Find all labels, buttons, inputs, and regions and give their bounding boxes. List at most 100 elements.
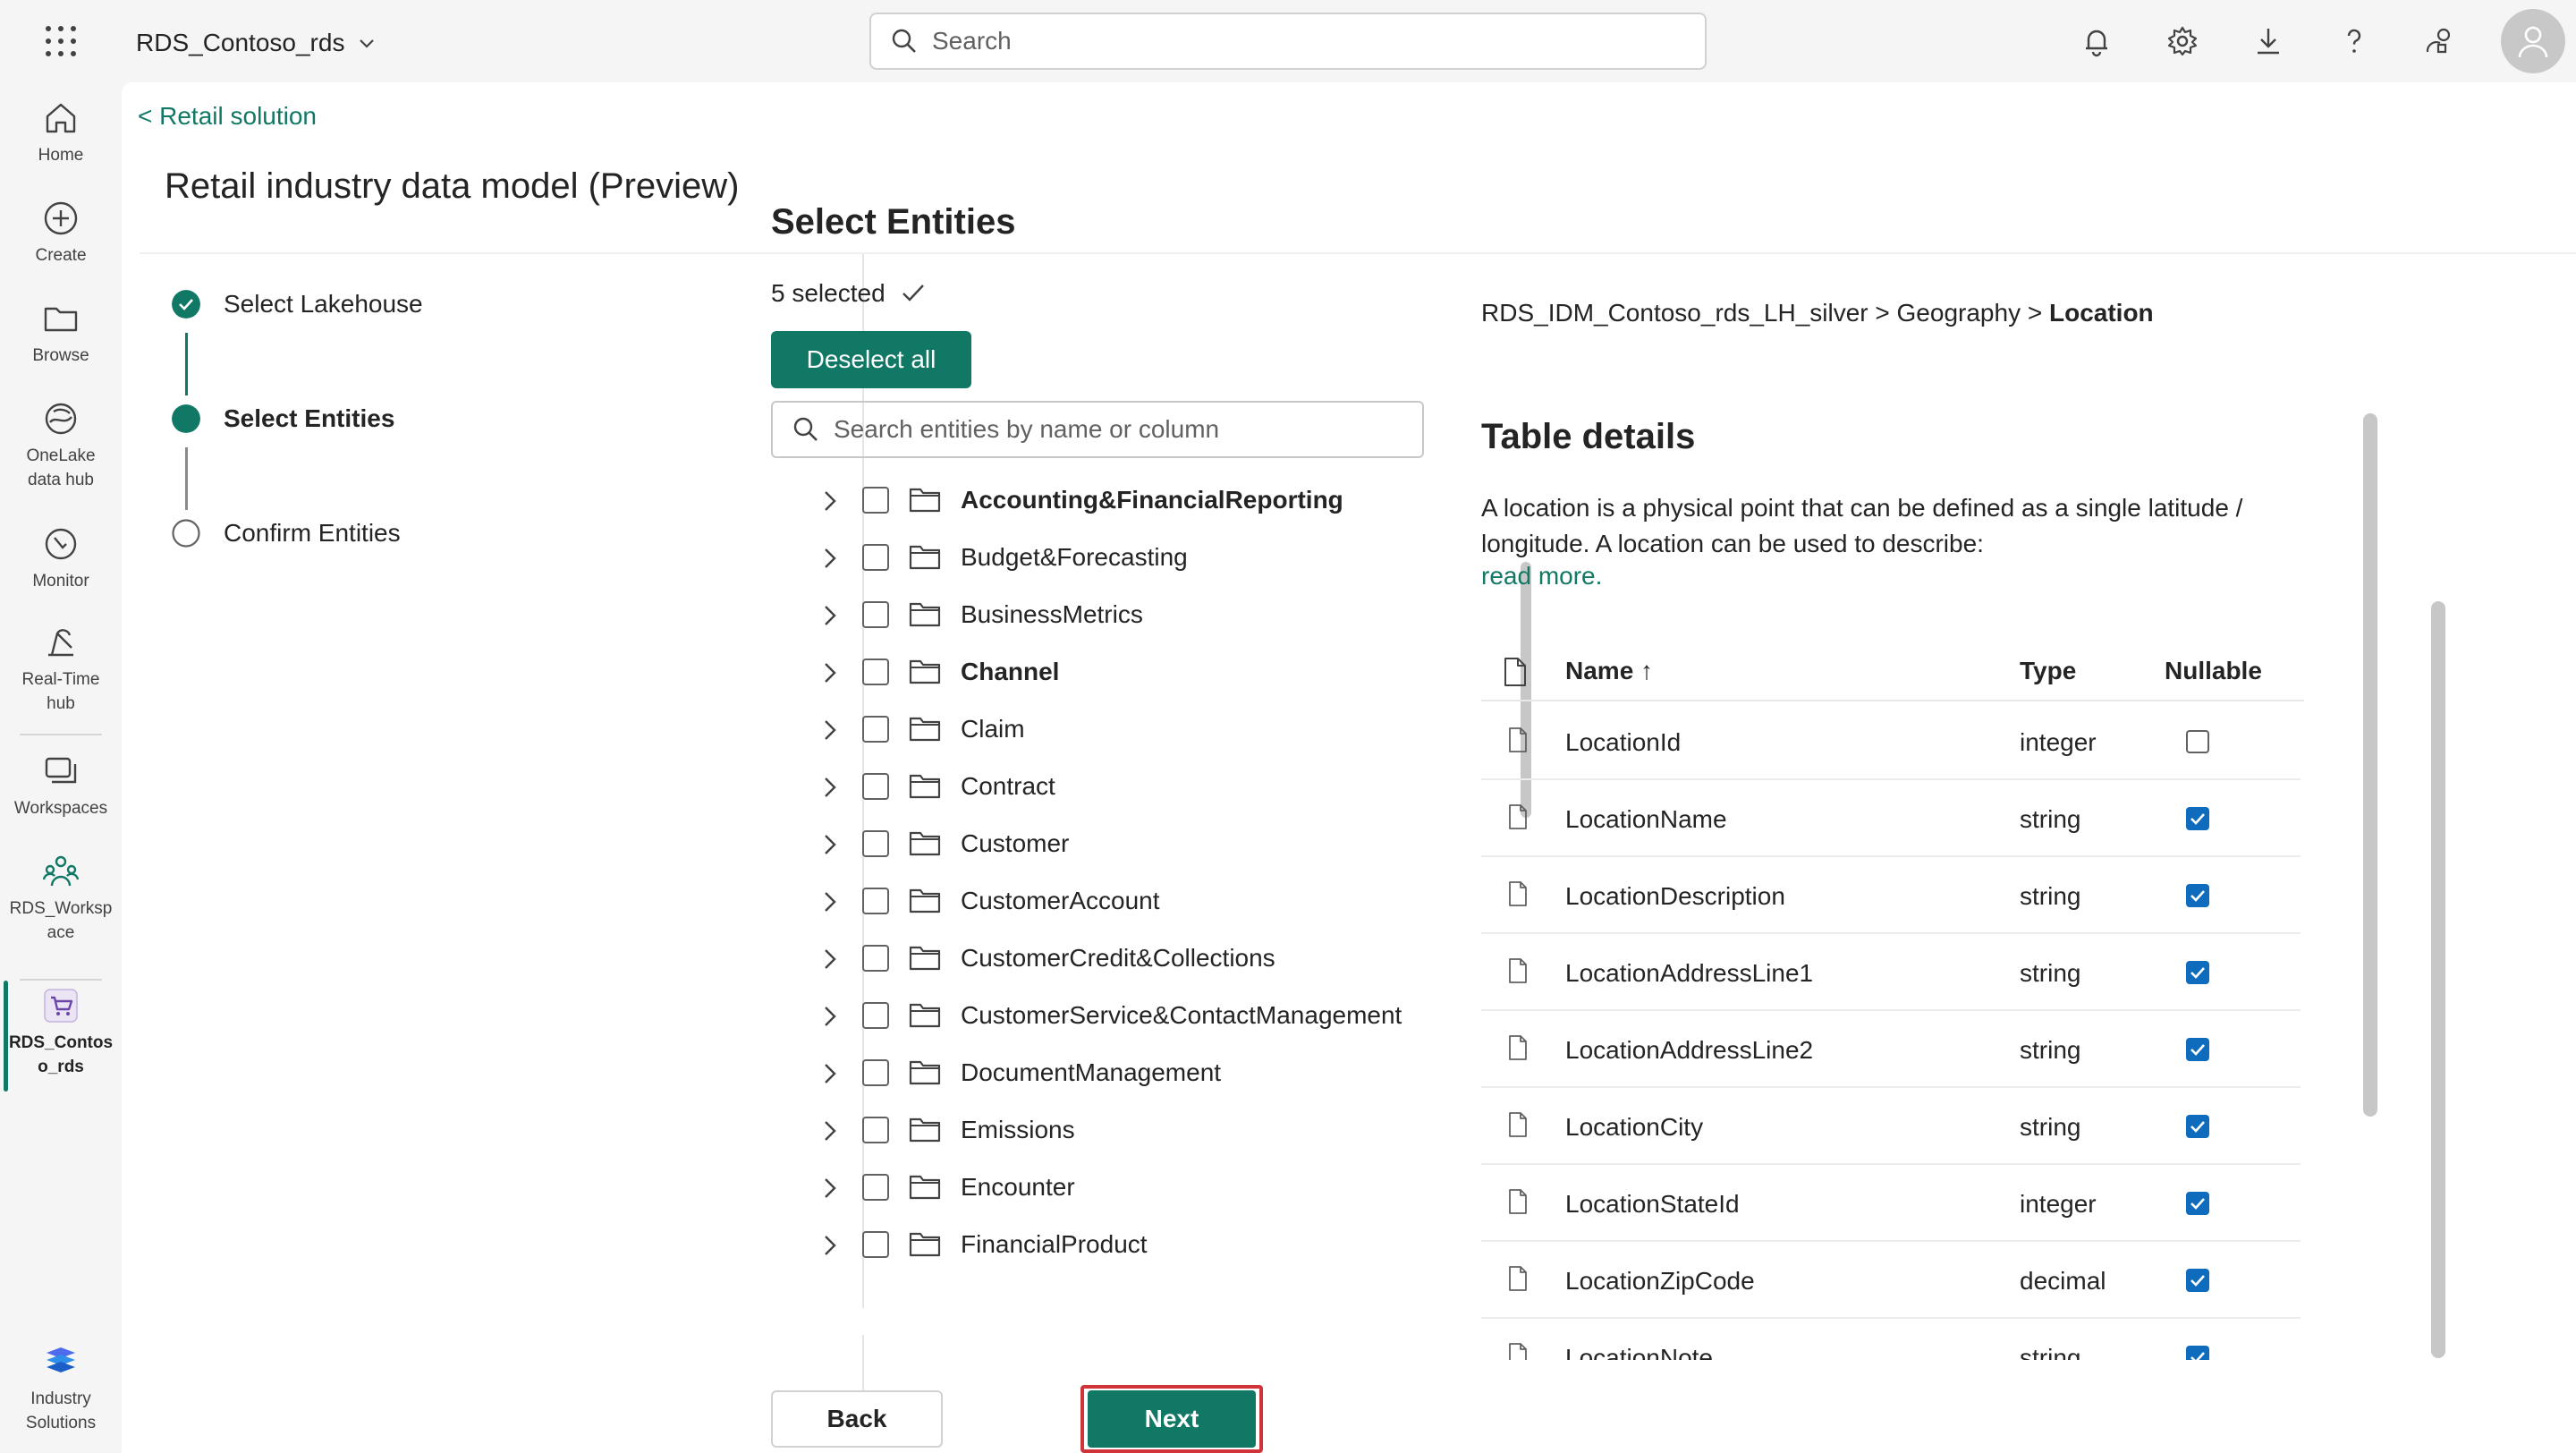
table-row[interactable]: LocationAddressLine1 string [1481,934,2301,1011]
step-confirm-entities[interactable]: Confirm Entities [172,519,401,548]
read-more-link[interactable]: read more. [1481,562,1602,591]
rail-monitor[interactable]: Monitor [0,524,122,593]
rail-onelake-data-hub[interactable]: OneLake data hub [0,399,122,492]
entity-row[interactable]: Contract [771,759,1513,816]
download-icon[interactable] [2247,20,2290,63]
entity-checkbox[interactable] [862,1002,889,1029]
columns-table-scrollbar[interactable] [2431,601,2445,1358]
column-type: string [2020,805,2081,833]
step-select-entities[interactable]: Select Entities [172,404,394,433]
entity-checkbox[interactable] [862,487,889,514]
share-feedback-icon[interactable] [2419,20,2462,63]
chevron-right-icon[interactable] [816,659,844,687]
table-row[interactable]: LocationStateId integer [1481,1165,2301,1242]
back-button[interactable]: Back [771,1390,943,1448]
step-select-lakehouse[interactable]: Select Lakehouse [172,290,423,319]
column-type: decimal [2020,1267,2106,1295]
chevron-right-icon[interactable] [816,1059,844,1088]
entity-row[interactable]: Accounting&FinancialReporting [771,472,1513,530]
column-header-type[interactable]: Type [2020,657,2076,685]
global-search[interactable] [869,13,1707,70]
rail-browse[interactable]: Browse [0,299,122,368]
entity-row[interactable]: BusinessMetrics [771,587,1513,644]
nullable-checkbox[interactable] [2186,1192,2209,1215]
entity-checkbox[interactable] [862,601,889,628]
entity-checkbox[interactable] [862,659,889,685]
entity-row[interactable]: CustomerAccount [771,873,1513,930]
table-row[interactable]: LocationId integer [1481,703,2301,780]
chevron-right-icon[interactable] [816,773,844,802]
column-name: LocationZipCode [1565,1267,1755,1295]
settings-gear-icon[interactable] [2161,20,2204,63]
entity-checkbox[interactable] [862,1117,889,1143]
chevron-right-icon[interactable] [816,487,844,515]
app-launcher-icon[interactable] [43,23,79,59]
chevron-right-icon[interactable] [816,1002,844,1031]
table-row[interactable]: LocationName string [1481,780,2301,857]
entity-row[interactable]: CustomerCredit&Collections [771,930,1513,988]
entity-checkbox[interactable] [862,773,889,800]
chevron-right-icon[interactable] [816,601,844,630]
entity-checkbox[interactable] [862,1059,889,1086]
nullable-checkbox[interactable] [2186,1346,2209,1360]
entity-row[interactable]: Encounter [771,1160,1513,1217]
rail-home[interactable]: Home [0,98,122,167]
nullable-checkbox[interactable] [2186,1115,2209,1138]
column-header-name[interactable]: Name ↑ [1565,657,1653,685]
rail-create[interactable]: Create [0,199,122,268]
next-button[interactable]: Next [1088,1390,1256,1448]
rail-workspaces[interactable]: Workspaces [0,752,122,820]
entity-row[interactable]: Customer [771,816,1513,873]
deselect-all-button[interactable]: Deselect all [771,331,971,388]
entity-row[interactable]: Budget&Forecasting [771,530,1513,587]
table-row[interactable]: LocationAddressLine2 string [1481,1011,2301,1088]
chevron-right-icon[interactable] [816,1174,844,1202]
workspace-switcher[interactable]: RDS_Contoso_rds [136,25,377,61]
entity-checkbox[interactable] [862,888,889,914]
file-icon [1506,1034,1530,1061]
details-pane-scrollbar[interactable] [2363,413,2377,1117]
table-row[interactable]: LocationNote string [1481,1319,2301,1360]
chevron-right-icon[interactable] [816,888,844,916]
entity-checkbox[interactable] [862,945,889,972]
rail-rds-contoso-rds[interactable]: RDS_Contos o_rds [0,986,122,1079]
table-row[interactable]: LocationCity string [1481,1088,2301,1165]
user-avatar[interactable] [2501,9,2565,73]
entity-checkbox[interactable] [862,544,889,571]
entity-row[interactable]: Channel [771,644,1513,701]
entity-search-input[interactable] [834,415,1406,444]
chevron-right-icon[interactable] [816,716,844,744]
table-row[interactable]: LocationDescription string [1481,857,2301,934]
nullable-checkbox[interactable] [2186,807,2209,830]
nullable-checkbox[interactable] [2186,730,2209,753]
entity-row[interactable]: Claim [771,701,1513,759]
chevron-right-icon[interactable] [816,1231,844,1260]
entity-search[interactable] [771,401,1424,458]
nullable-checkbox[interactable] [2186,1269,2209,1292]
rail-real-time-hub[interactable]: Real-Time hub [0,623,122,716]
nullable-checkbox[interactable] [2186,961,2209,984]
entity-row[interactable]: CustomerService&ContactManagement [771,988,1513,1045]
notifications-bell-icon[interactable] [2075,20,2118,63]
entity-checkbox[interactable] [862,1174,889,1201]
chevron-right-icon[interactable] [816,544,844,573]
entity-checkbox[interactable] [862,716,889,743]
chevron-right-icon[interactable] [816,830,844,859]
help-icon[interactable] [2333,20,2376,63]
entity-checkbox[interactable] [862,830,889,857]
entity-row[interactable]: DocumentManagement [771,1045,1513,1102]
entity-row[interactable]: FinancialProduct [771,1217,1513,1274]
chevron-right-icon[interactable] [816,945,844,973]
rail-rds-workspace[interactable]: RDS_Worksp ace [0,852,122,945]
chevron-right-icon[interactable] [816,1117,844,1145]
rail-industry-solutions[interactable]: Industry Solutions [0,1342,122,1435]
nullable-checkbox[interactable] [2186,884,2209,907]
table-row[interactable]: LocationZipCode decimal [1481,1242,2301,1319]
entity-checkbox[interactable] [862,1231,889,1258]
back-to-retail-solution-link[interactable]: < Retail solution [138,102,317,131]
entity-row[interactable]: Emissions [771,1102,1513,1160]
file-icon [1506,1188,1530,1215]
column-header-nullable[interactable]: Nullable [2165,657,2262,685]
nullable-checkbox[interactable] [2186,1038,2209,1061]
global-search-input[interactable] [932,27,1648,55]
